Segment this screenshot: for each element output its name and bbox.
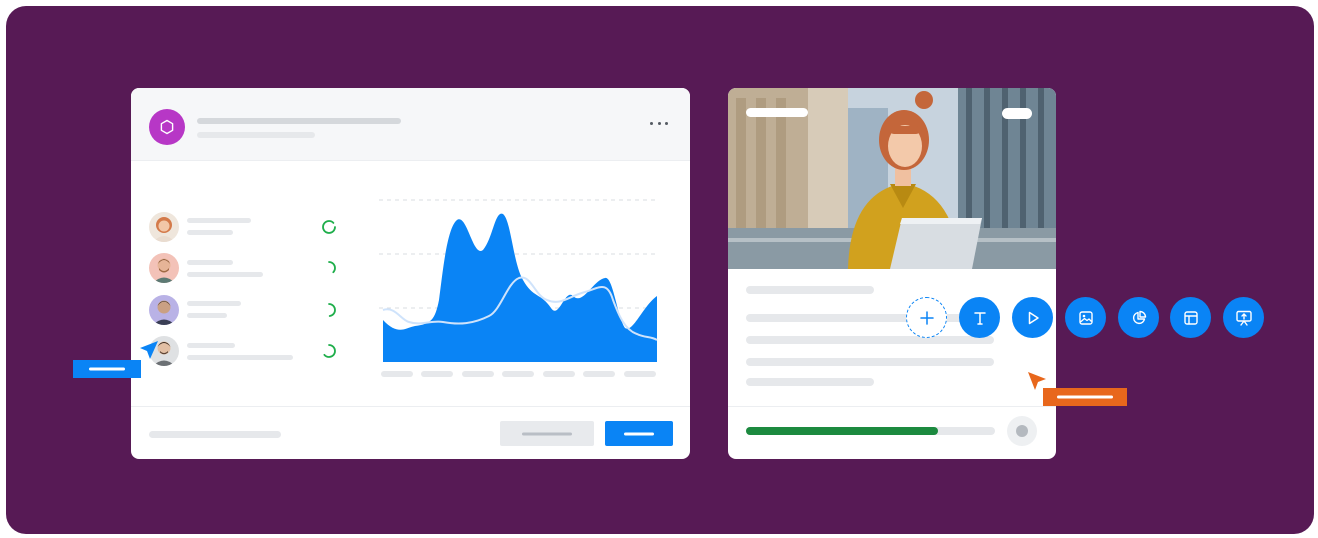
text-line-placeholder xyxy=(746,378,874,386)
area-series xyxy=(383,213,657,362)
status-ring-icon xyxy=(322,303,336,317)
status-ring-icon xyxy=(322,261,336,275)
image-icon xyxy=(1078,310,1093,325)
name-placeholder xyxy=(187,343,235,348)
play-icon xyxy=(1028,311,1039,324)
status-ring-icon xyxy=(322,344,336,358)
media-card xyxy=(728,88,1056,459)
name-placeholder xyxy=(187,301,241,306)
text-line-placeholder xyxy=(746,358,994,366)
blue-cursor-label xyxy=(73,360,141,378)
x-tick-placeholder xyxy=(543,371,575,377)
photo-caption-placeholder xyxy=(746,108,808,117)
progress-bar xyxy=(746,427,995,435)
layout-icon xyxy=(1183,310,1198,325)
woman-red-hair-avatar xyxy=(149,212,179,242)
divider xyxy=(728,406,1056,407)
record-button[interactable] xyxy=(1007,416,1037,446)
text-line-placeholder xyxy=(746,336,994,344)
status-ring-icon xyxy=(322,220,336,234)
blue-cursor-icon xyxy=(140,341,158,359)
name-placeholder xyxy=(187,218,251,223)
x-tick-placeholder xyxy=(624,371,656,377)
role-placeholder xyxy=(187,355,293,360)
x-tick-placeholder xyxy=(421,371,453,377)
pie-chart-icon xyxy=(1132,310,1146,324)
more-dots-icon[interactable] xyxy=(650,116,668,130)
x-tick-placeholder xyxy=(381,371,413,377)
x-tick-placeholder xyxy=(583,371,615,377)
role-placeholder xyxy=(187,272,263,277)
presentation-icon xyxy=(1235,310,1252,326)
woman-with-laptop-photo xyxy=(728,88,1056,269)
title-placeholder xyxy=(197,118,401,124)
background-canvas xyxy=(6,6,1314,534)
primary-button-label xyxy=(624,432,654,435)
x-tick-placeholder xyxy=(462,371,494,377)
text-line-placeholder xyxy=(746,314,994,322)
layout-tool-button[interactable] xyxy=(1170,297,1211,338)
dashboard-footer xyxy=(131,406,690,459)
name-placeholder xyxy=(187,260,233,265)
progress-fill xyxy=(746,427,938,435)
heading-placeholder xyxy=(746,286,874,294)
role-placeholder xyxy=(187,313,227,318)
secondary-button[interactable] xyxy=(500,421,594,446)
primary-button[interactable] xyxy=(605,421,673,446)
man-bearded-avatar xyxy=(149,253,179,283)
image-tool-button[interactable] xyxy=(1065,297,1106,338)
hexagon-icon xyxy=(149,109,185,145)
x-tick-placeholder xyxy=(502,371,534,377)
chart-tool-button[interactable] xyxy=(1118,297,1159,338)
subtitle-placeholder xyxy=(197,132,315,138)
footer-placeholder xyxy=(149,431,281,438)
role-placeholder xyxy=(187,230,233,235)
text-tool-button[interactable] xyxy=(959,297,1000,338)
orange-cursor-label xyxy=(1043,388,1127,406)
area-chart xyxy=(379,199,658,377)
text-icon xyxy=(973,311,986,325)
video-tool-button[interactable] xyxy=(1012,297,1053,338)
plus-icon xyxy=(919,310,934,325)
add-tool-button[interactable] xyxy=(906,297,947,338)
man-dark-hair-avatar xyxy=(149,295,179,325)
photo-badge-placeholder xyxy=(1002,108,1032,119)
dashboard-header xyxy=(131,88,690,161)
dashboard-card xyxy=(131,88,690,459)
secondary-button-label xyxy=(522,432,572,435)
presentation-tool-button[interactable] xyxy=(1223,297,1264,338)
